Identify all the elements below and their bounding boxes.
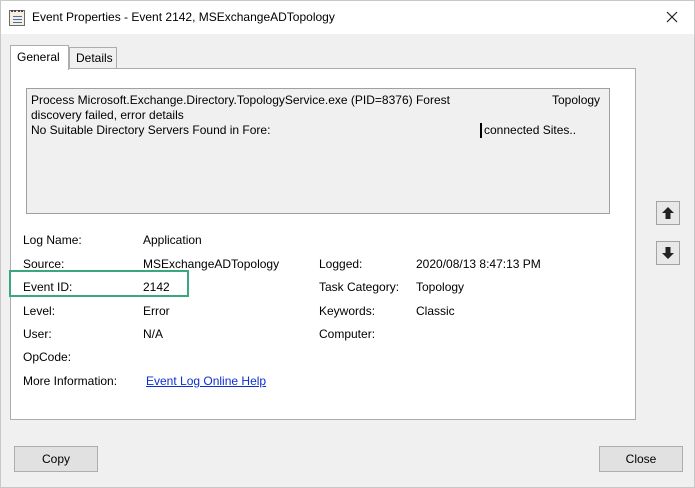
previous-event-button[interactable] <box>656 201 680 225</box>
description-box[interactable]: Process Microsoft.Exchange.Directory.Top… <box>26 88 610 214</box>
description-line-1: Process Microsoft.Exchange.Directory.Top… <box>31 93 450 107</box>
keywords-label: Keywords: <box>319 304 376 318</box>
log-name-value[interactable]: Application <box>143 233 202 247</box>
arrow-up-icon <box>662 207 674 219</box>
arrow-down-icon <box>662 247 674 259</box>
log-name-label: Log Name: <box>23 233 82 247</box>
task-category-label: Task Category: <box>319 280 400 294</box>
close-window-button[interactable] <box>662 7 682 27</box>
next-event-button[interactable] <box>656 241 680 265</box>
description-line-3-end: connected Sites.. <box>484 123 577 137</box>
opcode-label: OpCode: <box>23 350 72 364</box>
general-panel: Process Microsoft.Exchange.Directory.Top… <box>10 68 636 420</box>
event-log-icon <box>9 10 25 26</box>
description-line-3: No Suitable Directory Servers Found in F… <box>31 123 271 137</box>
description-line-2: discovery failed, error details <box>31 108 184 122</box>
user-value[interactable]: N/A <box>143 327 163 341</box>
close-icon <box>666 11 678 23</box>
logged-value[interactable]: 2020/08/13 8:47:13 PM <box>416 257 541 271</box>
task-category-value[interactable]: Topology <box>416 280 464 294</box>
level-label: Level: <box>23 304 56 318</box>
title-bar: Event Properties - Event 2142, MSExchang… <box>1 1 694 34</box>
logged-label: Logged: <box>319 257 363 271</box>
text-cursor <box>480 123 482 138</box>
source-label: Source: <box>23 257 65 271</box>
window-title: Event Properties - Event 2142, MSExchang… <box>32 10 335 24</box>
level-value[interactable]: Error <box>143 304 170 318</box>
copy-button[interactable]: Copy <box>14 446 98 472</box>
tab-details[interactable]: Details <box>69 47 117 69</box>
computer-label: Computer: <box>319 327 376 341</box>
keywords-value[interactable]: Classic <box>416 304 455 318</box>
event-id-label: Event ID: <box>23 280 73 294</box>
description-line-1-end: Topology <box>552 93 601 107</box>
close-button[interactable]: Close <box>599 446 683 472</box>
event-log-online-help-link[interactable]: Event Log Online Help <box>146 374 266 388</box>
user-label: User: <box>23 327 52 341</box>
source-value[interactable]: MSExchangeADTopology <box>143 257 279 271</box>
tab-general[interactable]: General <box>10 45 69 70</box>
event-id-value[interactable]: 2142 <box>143 280 170 294</box>
event-properties-window: Event Properties - Event 2142, MSExchang… <box>0 0 695 488</box>
more-information-label: More Information: <box>23 374 118 388</box>
